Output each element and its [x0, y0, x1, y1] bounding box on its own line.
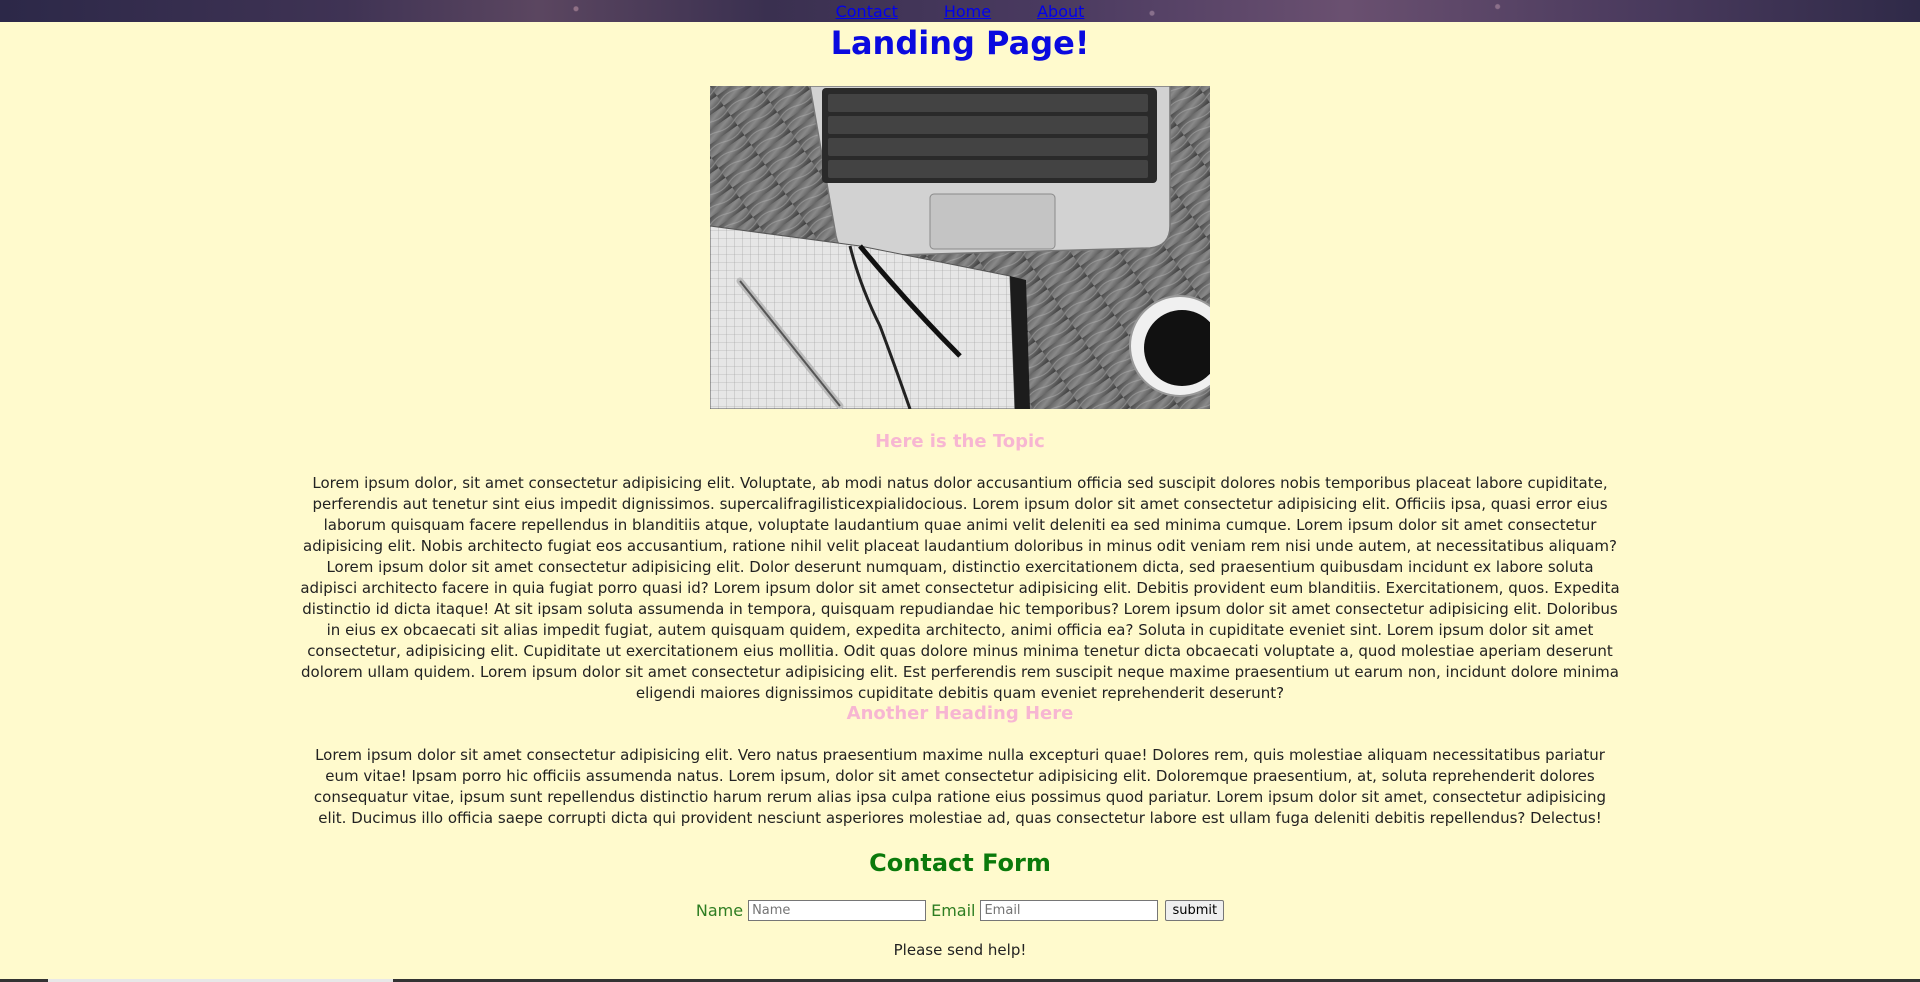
section-paragraph-another: Lorem ipsum dolor sit amet consectetur a… [313, 746, 1607, 827]
nav-link-home[interactable]: Home [944, 3, 991, 21]
section-paragraph-topic: Lorem ipsum dolor, sit amet consectetur … [300, 474, 1620, 702]
name-input[interactable] [748, 900, 927, 921]
email-label: Email [931, 901, 976, 920]
submit-button[interactable]: submit [1165, 900, 1225, 921]
name-label: Name [695, 901, 744, 920]
nav-link-contact[interactable]: Contact [836, 3, 898, 21]
top-navbar: Contact Home About [0, 0, 1920, 22]
page-title: Landing Page! [830, 24, 1090, 62]
email-input[interactable] [980, 900, 1159, 921]
section-heading-another: Another Heading Here [846, 703, 1074, 724]
contact-form: Name Email submit [0, 900, 1920, 921]
help-text: Please send help! [893, 941, 1027, 959]
section-heading-topic: Here is the Topic [875, 431, 1045, 452]
nav-link-about[interactable]: About [1037, 3, 1084, 21]
contact-form-heading: Contact Form [869, 849, 1051, 877]
laptop-notebook-pen-coffee-photo-icon [710, 86, 1210, 409]
nav-links: Contact Home About [0, 0, 1920, 21]
